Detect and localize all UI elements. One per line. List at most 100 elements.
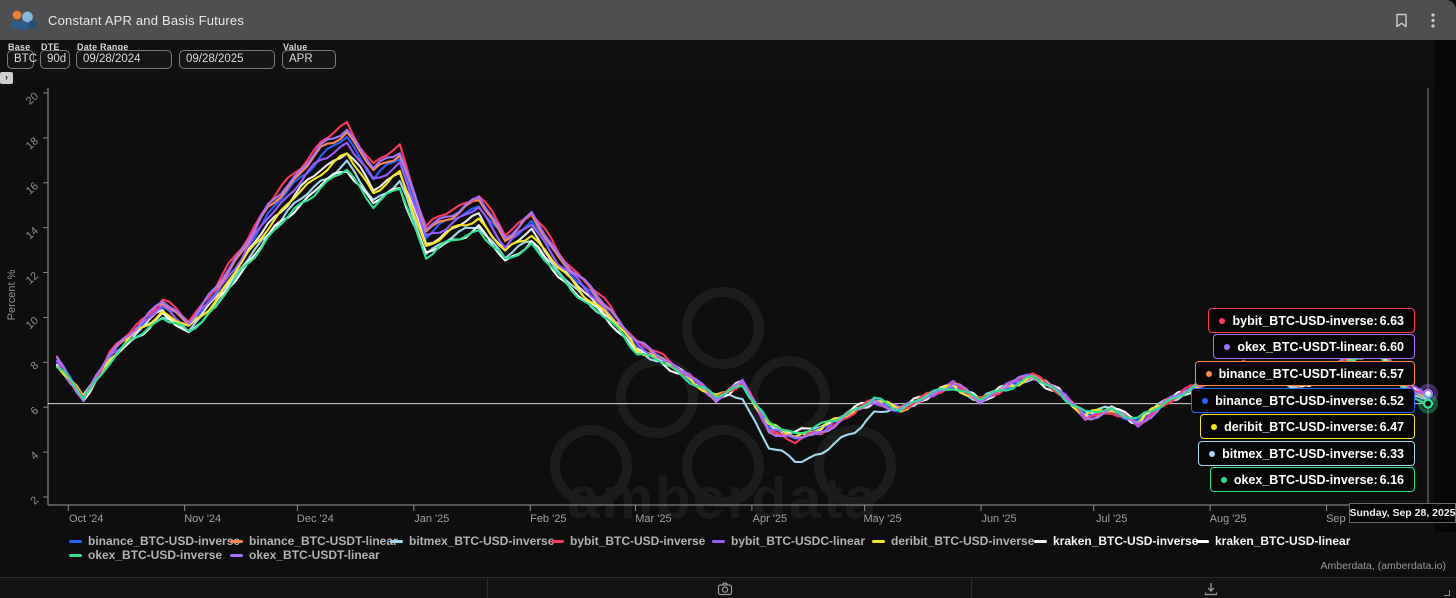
legend-item-kraken_BTC-USD-linear[interactable]: kraken_BTC-USD-linear [1196, 534, 1350, 548]
bottom-toolbar [0, 577, 1456, 598]
tooltip-item-okex_BTC-USDT-linear: okex_BTC-USDT-linear:6.60 [1213, 334, 1415, 359]
tooltip-series-dot [1209, 451, 1215, 457]
tooltip-item-binance_BTC-USD-inverse: binance_BTC-USD-inverse:6.52 [1191, 388, 1415, 413]
tooltip-item-binance_BTC-USDT-linear: binance_BTC-USDT-linear:6.57 [1195, 361, 1415, 386]
x-tick-label: Oct '24 [69, 513, 104, 525]
legend-color-dash [230, 540, 243, 543]
kebab-menu-icon[interactable] [1424, 11, 1442, 29]
tooltip-series-value: 6.33 [1380, 447, 1404, 461]
sidebar-expand-button[interactable]: › [0, 72, 13, 84]
legend-color-dash [69, 540, 82, 543]
y-tick-label: 6 [28, 405, 41, 418]
legend-color-dash [69, 554, 82, 557]
legend-item-bybit_BTC-USD-inverse[interactable]: bybit_BTC-USD-inverse [551, 534, 705, 548]
download-icon[interactable] [1203, 581, 1219, 597]
tooltip-series-dot [1224, 344, 1230, 350]
x-tick-label: Dec '24 [297, 513, 334, 525]
legend-label: bybit_BTC-USD-inverse [570, 534, 705, 548]
tooltip-series-label: okex_BTC-USD-inverse:6.16 [1234, 473, 1404, 487]
toolbar-divider [487, 578, 488, 598]
legend-label: bitmex_BTC-USD-inverse [409, 534, 554, 548]
legend-label: binance_BTC-USD-inverse [88, 534, 240, 548]
tooltip-series-label: deribit_BTC-USD-inverse:6.47 [1224, 420, 1404, 434]
amberdata-logo [10, 8, 38, 32]
widget-constant-apr-basis-futures: Constant APR and Basis Futures Base DTE … [0, 0, 1456, 598]
legend-label: bybit_BTC-USDC-linear [731, 534, 865, 548]
legend-item-binance_BTC-USDT-linear[interactable]: binance_BTC-USDT-linear [230, 534, 398, 548]
legend-label: kraken_BTC-USD-linear [1215, 534, 1350, 548]
tooltip-series-dot [1211, 424, 1217, 430]
base-input[interactable]: BTC [7, 50, 34, 69]
tooltip-series-label: bybit_BTC-USD-inverse:6.63 [1232, 314, 1404, 328]
legend-item-deribit_BTC-USD-inverse[interactable]: deribit_BTC-USD-inverse [872, 534, 1034, 548]
tooltip-item-deribit_BTC-USD-inverse: deribit_BTC-USD-inverse:6.47 [1200, 414, 1415, 439]
y-tick-label: 20 [24, 90, 41, 107]
value-input[interactable]: APR [282, 50, 336, 69]
legend-color-dash [551, 540, 564, 543]
legend-color-dash [712, 540, 725, 543]
attribution-text: Amberdata, (amberdata.io) [1321, 560, 1446, 572]
tooltip-series-dot [1221, 477, 1227, 483]
legend-item-kraken_BTC-USD-inverse[interactable]: kraken_BTC-USD-inverse [1034, 534, 1198, 548]
legend-color-dash [390, 540, 403, 543]
legend-label: okex_BTC-USD-inverse [88, 548, 222, 562]
watermark-logo: amberdata [555, 292, 891, 531]
x-tick-label: Mar '25 [635, 513, 671, 525]
x-tick-label: Aug '25 [1210, 513, 1247, 525]
tooltip-series-dot [1206, 371, 1212, 377]
x-tick-label: Jun '25 [981, 513, 1016, 525]
legend-color-dash [1034, 540, 1047, 543]
tooltip-series-value: 6.63 [1380, 314, 1404, 328]
y-tick-label: 8 [28, 360, 41, 373]
tooltip-item-okex_BTC-USD-inverse: okex_BTC-USD-inverse:6.16 [1210, 467, 1415, 492]
tooltip-series-value: 6.60 [1380, 340, 1404, 354]
legend-item-binance_BTC-USD-inverse[interactable]: binance_BTC-USD-inverse [69, 534, 240, 548]
tooltip-series-dot [1202, 398, 1208, 404]
x-tick-label: Jan '25 [414, 513, 449, 525]
camera-icon[interactable] [717, 581, 733, 597]
legend-label: deribit_BTC-USD-inverse [891, 534, 1034, 548]
tooltip-item-bitmex_BTC-USD-inverse: bitmex_BTC-USD-inverse:6.33 [1198, 441, 1415, 466]
page-title: Constant APR and Basis Futures [48, 13, 244, 28]
y-tick-label: 14 [24, 225, 41, 242]
tooltip-series-value: 6.52 [1380, 394, 1404, 408]
tooltip-series-dot [1219, 318, 1225, 324]
filter-bar: Base DTE Date Range Value BTC 90d 09/28/… [0, 40, 1456, 85]
legend-label: kraken_BTC-USD-inverse [1053, 534, 1198, 548]
y-axis-title: Percent % [6, 269, 18, 320]
y-tick-label: 4 [28, 449, 41, 462]
y-tick-label: 16 [24, 180, 41, 197]
y-tick-label: 18 [24, 135, 41, 152]
legend-label: binance_BTC-USDT-linear [249, 534, 398, 548]
legend-item-okex_BTC-USDT-linear[interactable]: okex_BTC-USDT-linear [230, 548, 380, 562]
date-end-input[interactable]: 09/28/2025 [179, 50, 275, 69]
crosshair-date-tooltip: Sunday, Sep 28, 2025 [1349, 503, 1456, 523]
tooltip-series-label: okex_BTC-USDT-linear:6.60 [1237, 340, 1404, 354]
x-tick-label: Feb '25 [530, 513, 566, 525]
x-tick-label: Nov '24 [184, 513, 221, 525]
tooltip-series-label: bitmex_BTC-USD-inverse:6.33 [1222, 447, 1404, 461]
dte-input[interactable]: 90d [40, 50, 70, 69]
toolbar-divider [971, 578, 972, 598]
legend-color-dash [872, 540, 885, 543]
tooltip-item-bybit_BTC-USD-inverse: bybit_BTC-USD-inverse:6.63 [1208, 308, 1415, 333]
y-tick-label: 2 [28, 494, 41, 507]
watermark-text: amberdata [567, 466, 878, 531]
x-tick-label: Apr '25 [753, 513, 788, 525]
watermark-circle [687, 292, 759, 364]
tooltip-series-value: 6.57 [1380, 367, 1404, 381]
x-tick-label: Jul '25 [1096, 513, 1127, 525]
resize-grip-icon[interactable] [1444, 590, 1450, 596]
bookmark-icon[interactable] [1392, 11, 1410, 29]
legend-label: okex_BTC-USDT-linear [249, 548, 380, 562]
tooltip-series-label: binance_BTC-USD-inverse:6.52 [1215, 394, 1404, 408]
legend-item-bybit_BTC-USDC-linear[interactable]: bybit_BTC-USDC-linear [712, 534, 865, 548]
date-start-input[interactable]: 09/28/2024 [76, 50, 172, 69]
tooltip-series-value: 6.47 [1380, 420, 1404, 434]
tooltip-series-value: 6.16 [1380, 473, 1404, 487]
legend-item-bitmex_BTC-USD-inverse[interactable]: bitmex_BTC-USD-inverse [390, 534, 554, 548]
legend-item-okex_BTC-USD-inverse[interactable]: okex_BTC-USD-inverse [69, 548, 222, 562]
end-marker [1424, 400, 1432, 408]
y-tick-label: 12 [24, 270, 41, 287]
legend-color-dash [1196, 540, 1209, 543]
